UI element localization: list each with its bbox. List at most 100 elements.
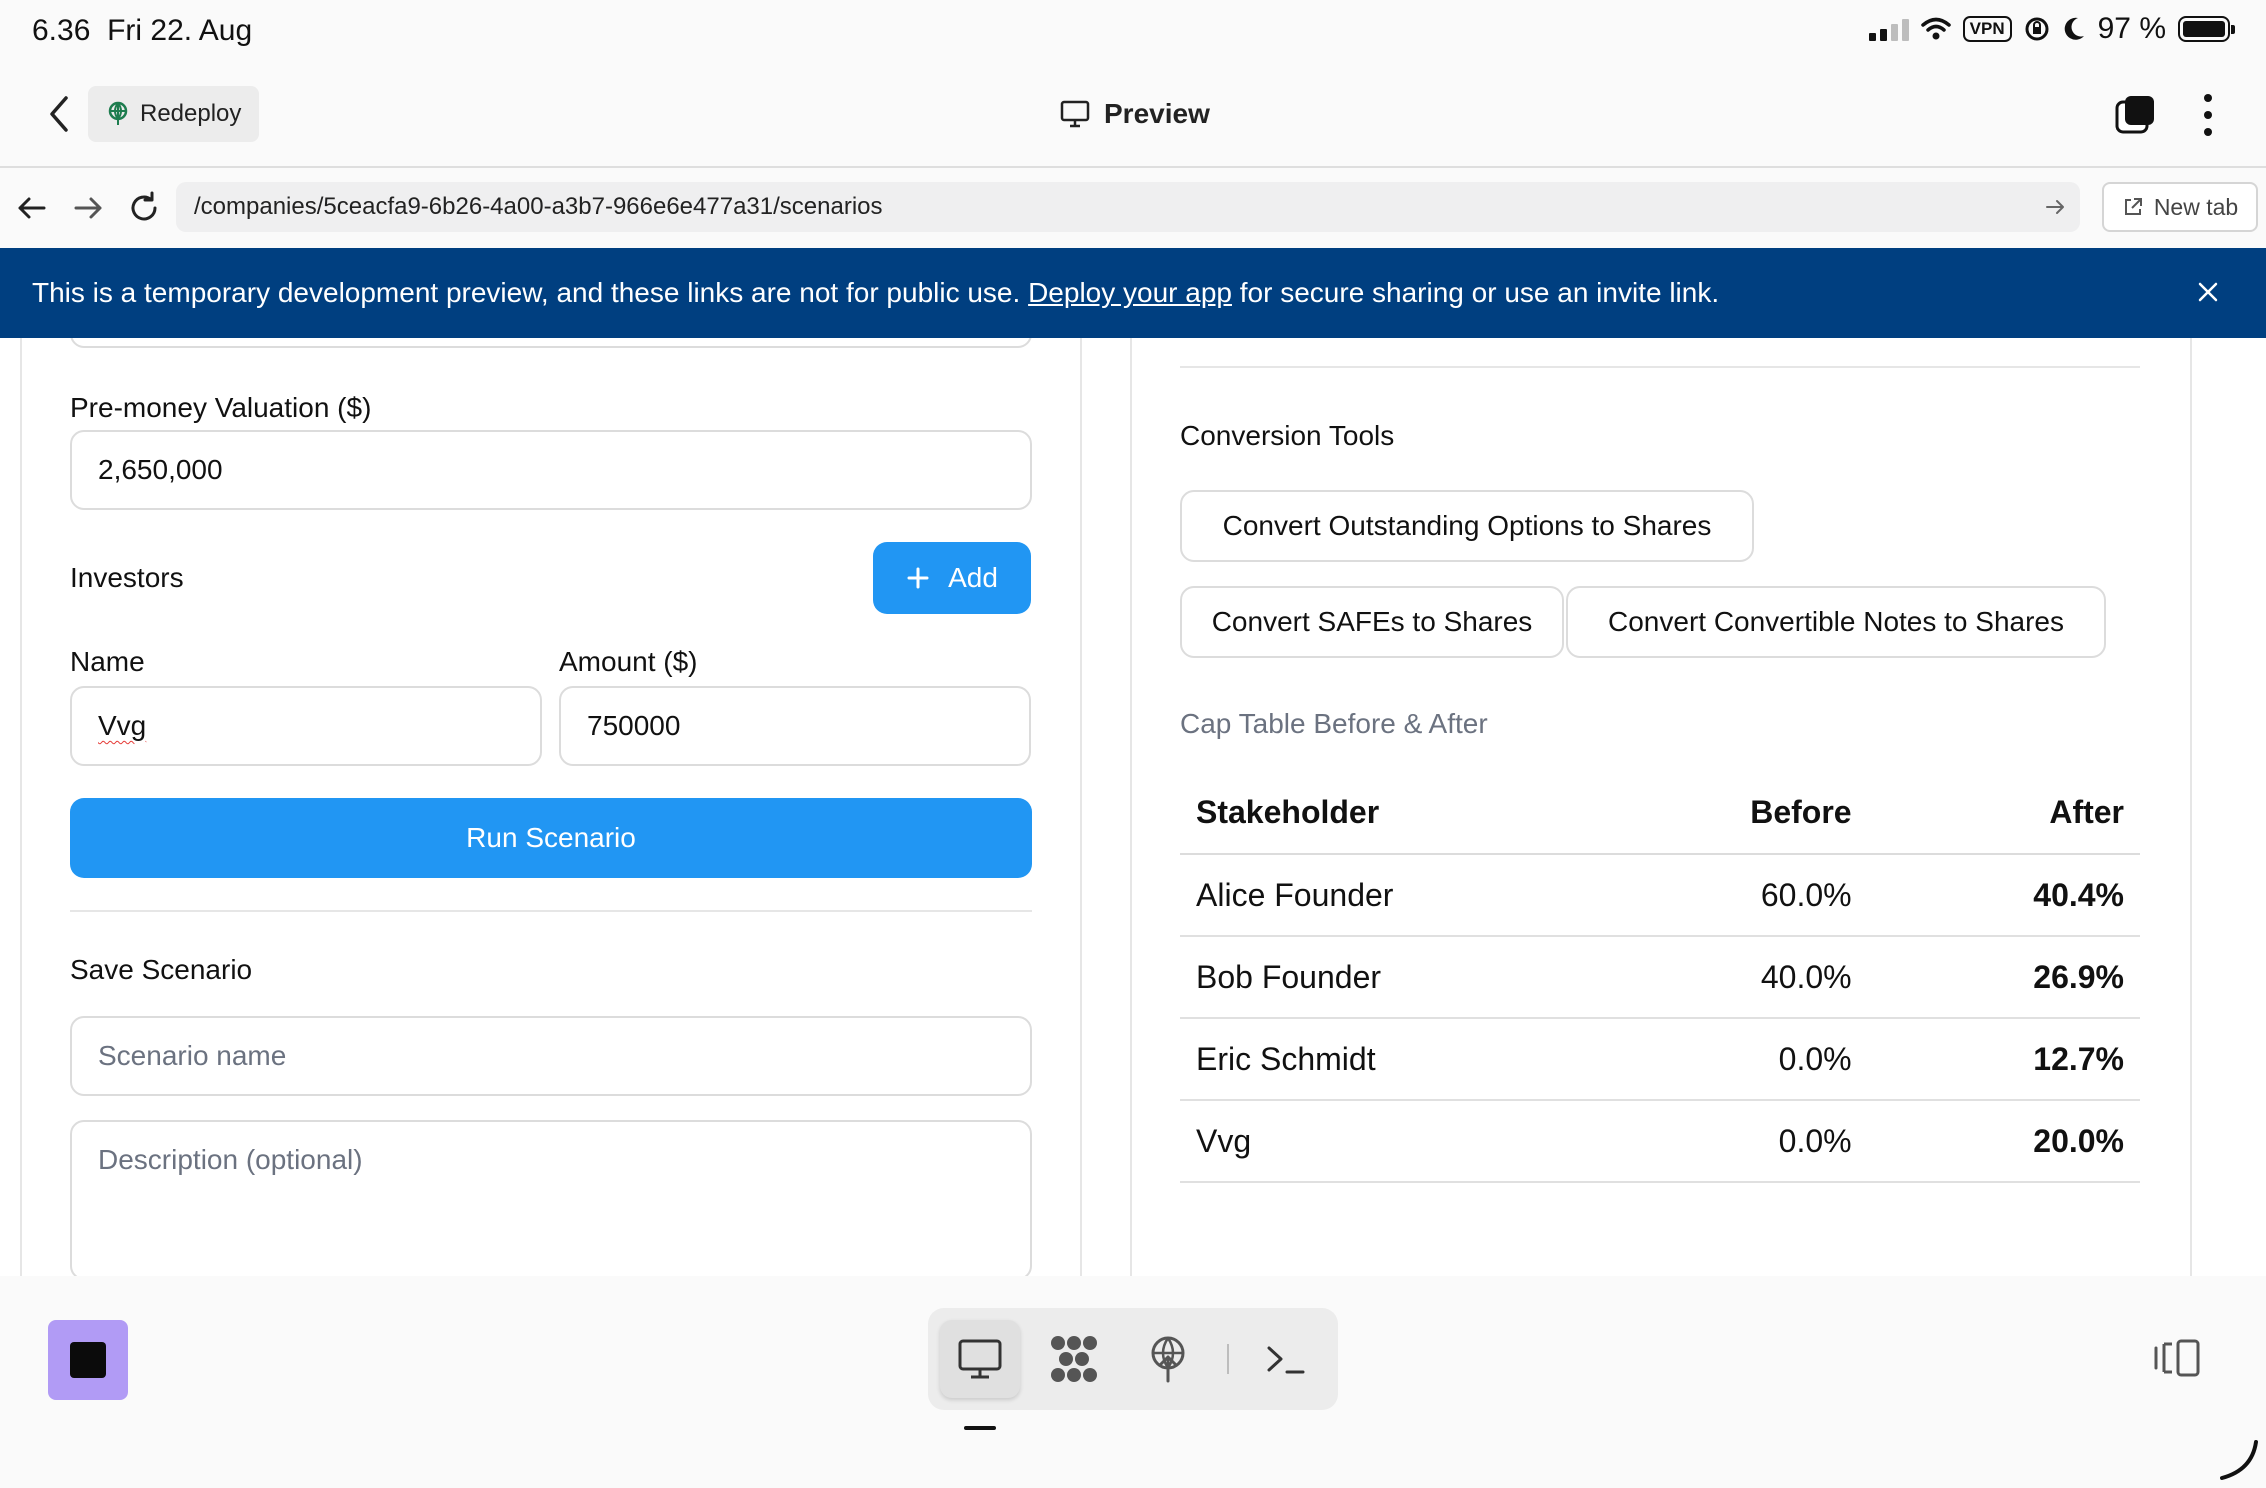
grid-icon xyxy=(1051,1336,1097,1382)
add-label: Add xyxy=(948,562,998,593)
arrow-left-icon[interactable] xyxy=(14,190,50,226)
after-value: 20.0% xyxy=(1921,1100,2140,1183)
investor-amount-value: 750000 xyxy=(587,710,681,741)
redeploy-button[interactable]: Redeploy xyxy=(88,86,260,142)
valuation-label: Pre-money Valuation ($) xyxy=(70,392,372,423)
status-indicators: VPN 97 % xyxy=(1868,12,2235,46)
external-link-icon xyxy=(2124,198,2142,215)
sidepanel-icon[interactable] xyxy=(2152,1338,2202,1378)
before-value: 60.0% xyxy=(1588,854,1922,937)
tabs-icon[interactable] xyxy=(2114,94,2156,136)
convert-options-button[interactable]: Convert Outstanding Options to Shares xyxy=(1180,490,1754,562)
after-value: 40.4% xyxy=(1921,854,2140,937)
battery-icon xyxy=(2178,16,2235,42)
reload-icon[interactable] xyxy=(126,190,162,226)
table-row: Bob Founder 40.0% 26.9% xyxy=(1180,936,2140,1019)
cap-table: Stakeholder Before After Alice Founder 6… xyxy=(1180,772,2140,1183)
run-scenario-button[interactable]: Run Scenario xyxy=(70,798,1032,878)
deploy-button[interactable] xyxy=(1128,1320,1208,1398)
dock-separator xyxy=(1227,1344,1229,1374)
conversion-tools-heading: Conversion Tools xyxy=(1180,420,1395,451)
scenario-name-input[interactable]: Scenario name xyxy=(70,1016,1032,1096)
bottom-bar xyxy=(0,1276,2266,1488)
orientation-lock-icon xyxy=(2025,17,2049,41)
stop-icon xyxy=(70,1342,106,1378)
monitor-icon xyxy=(1060,100,1090,128)
arrow-go-icon[interactable] xyxy=(2044,196,2066,218)
url-text: /companies/5ceacfa9-6b26-4a00-a3b7-966e6… xyxy=(194,193,883,220)
console-button[interactable] xyxy=(1246,1320,1326,1398)
convert-notes-button[interactable]: Convert Convertible Notes to Shares xyxy=(1566,586,2106,658)
main-content: Pre-money Valuation ($) 2,650,000 Invest… xyxy=(0,338,2266,1276)
cellular-signal-icon xyxy=(1868,17,1909,41)
workspace-grid-button[interactable] xyxy=(1034,1320,1114,1398)
valuation-value: 2,650,000 xyxy=(98,454,223,485)
save-scenario-heading: Save Scenario xyxy=(70,954,253,985)
before-value: 0.0% xyxy=(1588,1100,1922,1183)
scenario-name-placeholder: Scenario name xyxy=(98,1040,287,1071)
investors-label: Investors xyxy=(70,562,184,593)
deploy-app-link[interactable]: Deploy your app xyxy=(1028,277,1232,309)
redeploy-label: Redeploy xyxy=(140,100,242,127)
stakeholder-name: Alice Founder xyxy=(1180,854,1589,937)
stakeholder-name: Vvg xyxy=(1180,1100,1589,1183)
add-investor-button[interactable]: Add xyxy=(873,542,1031,614)
new-tab-button[interactable]: New tab xyxy=(2102,182,2258,232)
banner-text: This is a temporary development preview,… xyxy=(32,277,1021,308)
description-placeholder: Description (optional) xyxy=(98,1144,363,1175)
amount-label: Amount ($) xyxy=(559,646,698,677)
stakeholder-name: Eric Schmidt xyxy=(1180,1018,1589,1101)
close-icon[interactable] xyxy=(2192,276,2224,308)
before-value: 40.0% xyxy=(1588,936,1922,1019)
deploy-icon xyxy=(1151,1336,1185,1383)
name-label: Name xyxy=(70,646,145,677)
preview-view-button[interactable] xyxy=(940,1320,1020,1398)
banner-text-end: for secure sharing or use an invite link… xyxy=(1239,277,1720,308)
back-chevron-icon[interactable] xyxy=(42,92,76,136)
after-value: 12.7% xyxy=(1921,1018,2140,1101)
table-row: Vvg 0.0% 20.0% xyxy=(1180,1100,2140,1183)
preview-label: Preview xyxy=(1104,98,1210,129)
divider xyxy=(1180,366,2140,368)
redeploy-icon xyxy=(108,101,128,125)
wifi-icon xyxy=(1920,17,1951,40)
after-value: 26.9% xyxy=(1921,936,2140,1019)
moon-icon xyxy=(2064,17,2084,40)
stakeholder-name: Bob Founder xyxy=(1180,936,1589,1019)
view-switcher xyxy=(928,1308,1338,1410)
cap-table-heading: Cap Table Before & After xyxy=(1180,708,1488,739)
valuation-input[interactable]: 2,650,000 xyxy=(70,430,1032,510)
column-header-stakeholder: Stakeholder xyxy=(1180,772,1589,855)
new-tab-label: New tab xyxy=(2153,193,2239,220)
table-row: Alice Founder 60.0% 40.4% xyxy=(1180,854,2140,937)
preview-banner: This is a temporary development preview,… xyxy=(0,248,2266,338)
investor-name-input[interactable]: Vvg xyxy=(70,686,542,766)
resize-corner-icon[interactable] xyxy=(2216,1438,2260,1482)
convert-safes-button[interactable]: Convert SAFEs to Shares xyxy=(1180,586,1564,658)
browser-url-row: /companies/5ceacfa9-6b26-4a00-a3b7-966e6… xyxy=(0,168,2266,248)
stop-button[interactable] xyxy=(48,1320,128,1400)
plus-icon xyxy=(907,567,929,589)
table-row: Eric Schmidt 0.0% 12.7% xyxy=(1180,1018,2140,1101)
before-value: 0.0% xyxy=(1588,1018,1922,1101)
status-time: 6.36 Fri 22. Aug xyxy=(32,14,253,47)
vpn-badge: VPN xyxy=(1962,16,2012,42)
column-header-after: After xyxy=(1921,772,2140,855)
preview-icon xyxy=(958,1339,1002,1379)
description-textarea[interactable]: Description (optional) xyxy=(70,1120,1032,1276)
preview-title: Preview xyxy=(1060,98,1210,130)
divider xyxy=(70,910,1032,912)
battery-percent: 97 % xyxy=(2097,12,2166,45)
status-bar: 6.36 Fri 22. Aug VPN 97 % xyxy=(0,0,2266,64)
column-header-before: Before xyxy=(1588,772,1922,855)
previous-input[interactable] xyxy=(70,338,1032,348)
more-vertical-icon[interactable] xyxy=(2196,92,2220,138)
table-header-row: Stakeholder Before After xyxy=(1180,772,2140,855)
investor-name-value: Vvg xyxy=(98,710,147,741)
arrow-right-icon[interactable] xyxy=(70,190,106,226)
active-indicator xyxy=(964,1426,996,1430)
app-toolbar: Redeploy Preview xyxy=(0,64,2266,168)
investor-amount-input[interactable]: 750000 xyxy=(559,686,1031,766)
terminal-icon xyxy=(1267,1346,1305,1374)
url-field[interactable]: /companies/5ceacfa9-6b26-4a00-a3b7-966e6… xyxy=(176,182,2080,232)
